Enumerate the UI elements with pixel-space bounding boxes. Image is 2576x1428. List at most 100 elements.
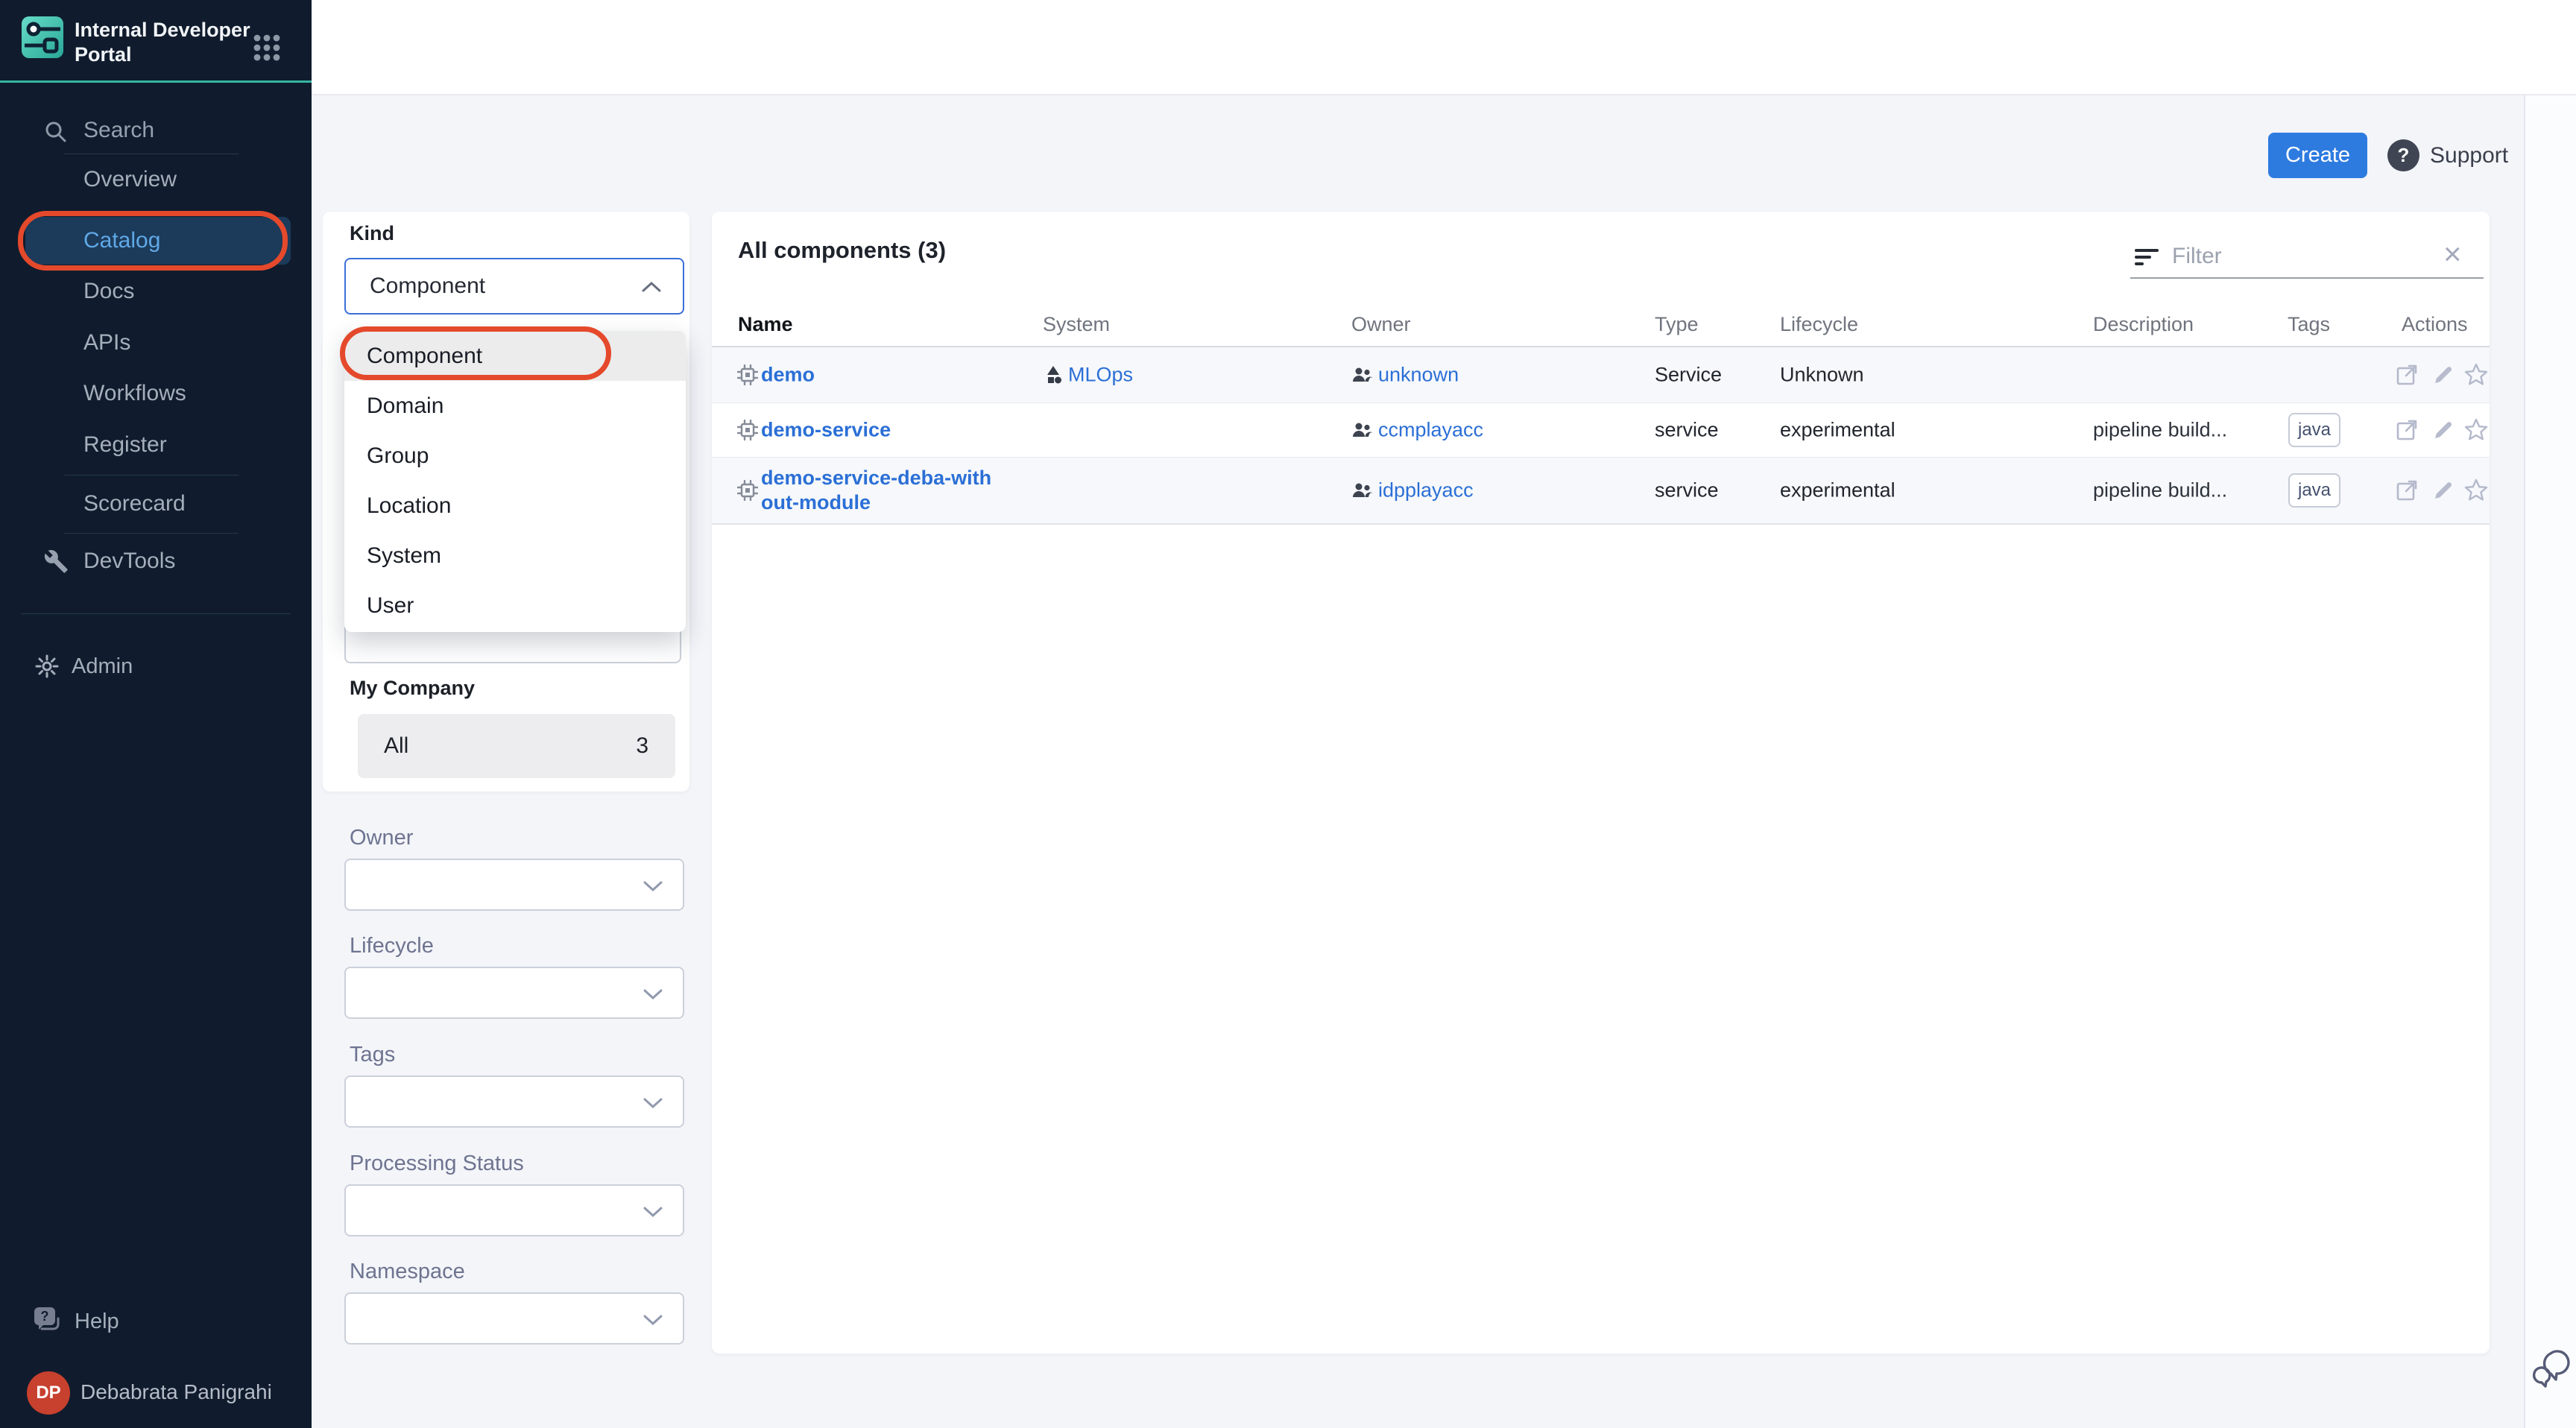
table-title: All components (3) <box>738 237 946 264</box>
sidebar-item-scorecard[interactable]: Scorecard <box>83 479 186 528</box>
kind-select[interactable]: Component <box>344 258 684 315</box>
all-label: All <box>384 714 408 778</box>
star-icon[interactable] <box>2463 417 2489 443</box>
kind-select-value: Component <box>370 259 485 313</box>
sidebar-item-help[interactable]: ? Help <box>0 1297 312 1346</box>
col-header-tags[interactable]: Tags <box>2288 313 2330 336</box>
group-icon <box>1351 482 1374 499</box>
chevron-down-icon <box>643 988 663 1001</box>
filter-underline <box>2130 277 2484 279</box>
chat-bubbles-icon[interactable] <box>2533 1346 2572 1391</box>
divider <box>64 475 239 476</box>
divider <box>21 613 291 614</box>
star-icon[interactable] <box>2463 362 2489 388</box>
component-chip-icon <box>737 480 758 501</box>
sidebar-accent-rule <box>0 80 312 83</box>
user-menu[interactable]: DP Debabrata Panigrahi <box>0 1370 312 1419</box>
annotation-component-ring <box>340 326 611 380</box>
lifecycle-cell: experimental <box>1780 479 1895 502</box>
owner-link[interactable]: unknown <box>1378 364 1459 387</box>
sidebar: Internal Developer Portal Search Overvie… <box>0 0 312 1428</box>
lifecycle-select[interactable] <box>344 967 684 1019</box>
namespace-label: Namespace <box>350 1260 465 1284</box>
chevron-down-icon <box>643 1205 663 1219</box>
star-icon[interactable] <box>2463 478 2489 503</box>
edit-pencil-icon[interactable] <box>2431 418 2455 442</box>
annotation-catalog-ring <box>18 211 288 271</box>
right-side-strip <box>2524 95 2576 1428</box>
processing-status-label: Processing Status <box>350 1151 524 1176</box>
kind-option-system[interactable]: System <box>344 531 686 581</box>
kind-option-location[interactable]: Location <box>344 481 686 531</box>
lifecycle-cell: Unknown <box>1780 364 1864 387</box>
edit-pencil-icon[interactable] <box>2431 363 2455 387</box>
help-chat-icon: ? <box>33 1306 63 1337</box>
my-company-label: My Company <box>350 677 475 700</box>
type-cell: service <box>1655 479 1719 502</box>
open-in-new-icon[interactable] <box>2395 363 2419 387</box>
page-header <box>312 0 2576 95</box>
owner-link[interactable]: idpplayacc <box>1378 479 1474 502</box>
tag-chip: java <box>2288 473 2340 508</box>
wrench-icon <box>43 549 69 574</box>
edit-pencil-icon[interactable] <box>2431 478 2455 502</box>
col-header-lifecycle[interactable]: Lifecycle <box>1780 313 1858 336</box>
lifecycle-label: Lifecycle <box>350 934 434 958</box>
divider <box>64 533 239 534</box>
chevron-down-icon <box>643 1313 663 1327</box>
my-company-all-filter[interactable]: All 3 <box>358 714 675 778</box>
gear-icon <box>34 654 60 679</box>
tags-label: Tags <box>350 1043 395 1067</box>
brand-logo-icon <box>22 16 63 58</box>
brand-title: Internal Developer Portal <box>75 18 253 67</box>
app-root: Internal Developer Portal Search Overvie… <box>0 0 2576 1428</box>
description-cell: pipeline build... <box>2093 479 2227 502</box>
owner-link[interactable]: ccmplayacc <box>1378 419 1483 442</box>
sidebar-item-search[interactable]: Search <box>0 109 312 155</box>
app-grid-icon[interactable] <box>253 34 280 61</box>
group-icon <box>1351 367 1374 383</box>
sidebar-item-register[interactable]: Register <box>83 420 167 470</box>
open-in-new-icon[interactable] <box>2395 418 2419 442</box>
namespace-select[interactable] <box>344 1292 684 1345</box>
search-icon <box>43 119 69 145</box>
table-row: demo MLOps unknown Service Unknown <box>712 347 2490 403</box>
chevron-down-icon <box>643 1096 663 1110</box>
table-filter-input[interactable] <box>2171 238 2390 274</box>
processing-status-select[interactable] <box>344 1184 684 1236</box>
col-header-system[interactable]: System <box>1043 313 1110 336</box>
sidebar-item-overview[interactable]: Overview <box>83 155 177 204</box>
entity-name-link[interactable]: demo-service <box>761 419 891 442</box>
type-cell: Service <box>1655 364 1722 387</box>
col-header-description[interactable]: Description <box>2093 313 2194 336</box>
description-cell: pipeline build... <box>2093 419 2227 442</box>
support-help-icon[interactable]: ? <box>2387 139 2419 171</box>
sidebar-item-workflows[interactable]: Workflows <box>83 369 186 418</box>
system-link[interactable]: MLOps <box>1068 364 1133 387</box>
col-header-type[interactable]: Type <box>1655 313 1699 336</box>
lifecycle-cell: experimental <box>1780 419 1895 442</box>
support-button[interactable]: Support <box>2430 143 2508 168</box>
kind-option-domain[interactable]: Domain <box>344 381 686 431</box>
sidebar-item-docs[interactable]: Docs <box>83 267 134 316</box>
sidebar-item-apis[interactable]: APIs <box>83 318 130 367</box>
tags-select[interactable] <box>344 1075 684 1128</box>
table-row: demo-service ccmplayacc service experime… <box>712 403 2490 458</box>
open-in-new-icon[interactable] <box>2395 478 2419 502</box>
sidebar-item-admin[interactable]: Admin <box>0 642 312 691</box>
owner-select[interactable] <box>344 859 684 911</box>
entity-name-link[interactable]: demo <box>761 364 815 387</box>
avatar: DP <box>27 1371 70 1415</box>
sidebar-item-devtools[interactable]: DevTools <box>83 537 175 586</box>
group-icon <box>1351 422 1374 438</box>
col-header-name[interactable]: Name <box>738 313 793 336</box>
clear-filter-icon[interactable]: × <box>2443 237 2462 271</box>
kind-option-user[interactable]: User <box>344 581 686 631</box>
kind-label: Kind <box>350 222 394 245</box>
create-button[interactable]: Create <box>2268 133 2367 178</box>
chevron-down-icon <box>643 879 663 893</box>
filter-list-icon <box>2133 243 2160 270</box>
entity-name-link[interactable]: demo-service-deba-without-module <box>761 466 1000 515</box>
kind-option-group[interactable]: Group <box>344 431 686 481</box>
col-header-owner[interactable]: Owner <box>1351 313 1411 336</box>
